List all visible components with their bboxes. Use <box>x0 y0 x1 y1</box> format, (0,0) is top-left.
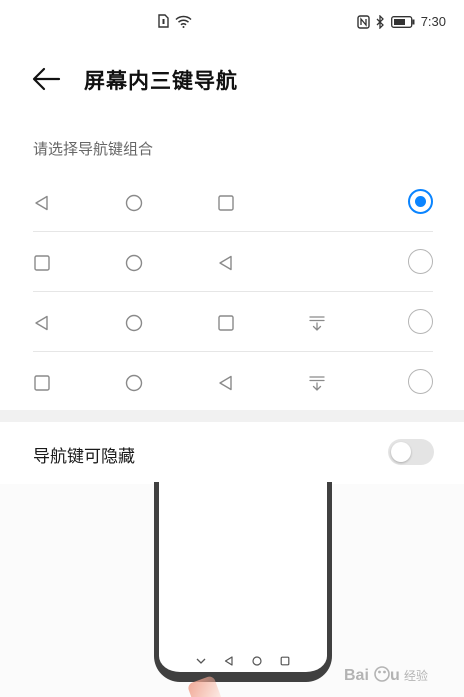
home-circle-icon <box>125 314 143 332</box>
hideable-toggle[interactable] <box>388 439 434 465</box>
option-radio[interactable] <box>408 309 433 334</box>
toggle-knob <box>391 442 411 462</box>
recents-square-icon <box>34 255 50 271</box>
recents-square-icon <box>280 656 290 666</box>
preview-nav-bar <box>159 650 327 672</box>
nav-option-1[interactable] <box>33 172 433 232</box>
home-circle-icon <box>252 656 262 666</box>
home-circle-icon <box>125 374 143 392</box>
back-triangle-icon <box>224 656 233 666</box>
section-divider <box>0 410 464 422</box>
status-center-icons <box>158 14 192 28</box>
bluetooth-icon <box>376 14 384 29</box>
option-radio[interactable] <box>408 189 433 214</box>
svg-text:经验: 经验 <box>404 668 428 683</box>
section-label: 请选择导航键组合 <box>33 140 154 158</box>
wifi-icon <box>175 15 192 28</box>
nav-option-2[interactable] <box>33 232 433 292</box>
status-bar: 7:30 <box>0 0 464 48</box>
nav-key-options <box>33 172 433 412</box>
home-circle-icon <box>125 194 143 212</box>
back-triangle-icon <box>219 255 232 271</box>
back-triangle-icon <box>35 195 48 211</box>
notification-pull-down-icon <box>309 376 325 391</box>
nav-option-4[interactable] <box>33 352 433 412</box>
back-triangle-icon <box>35 315 48 331</box>
baidu-watermark-logo: Bai u 经验 <box>344 666 428 684</box>
back-button[interactable] <box>30 62 64 96</box>
back-arrow-icon <box>32 67 61 91</box>
page-title: 屏幕内三键导航 <box>84 69 238 93</box>
recents-square-icon <box>218 195 234 211</box>
svg-text:Bai: Bai <box>344 667 369 684</box>
recents-square-icon <box>34 375 50 391</box>
phone-frame <box>154 482 332 682</box>
header: 屏幕内三键导航 <box>0 52 464 104</box>
back-triangle-icon <box>219 375 232 391</box>
sim-card-icon <box>158 14 169 28</box>
nav-option-3[interactable] <box>33 292 433 352</box>
option-radio[interactable] <box>408 369 433 394</box>
hideable-label: 导航键可隐藏 <box>33 447 135 467</box>
notification-pull-down-icon <box>309 316 325 331</box>
svg-text:u: u <box>390 667 400 684</box>
option-radio[interactable] <box>408 249 433 274</box>
recents-square-icon <box>218 315 234 331</box>
home-circle-icon <box>125 254 143 272</box>
nfc-icon <box>356 14 370 29</box>
hide-chevron-icon <box>196 658 206 664</box>
hideable-setting-row[interactable]: 导航键可隐藏 <box>0 422 464 484</box>
phone-preview: Bai u 经验 <box>0 482 464 697</box>
battery-icon <box>390 15 415 28</box>
status-time: 7:30 <box>420 14 446 29</box>
status-right-icons: 7:30 <box>356 14 446 29</box>
